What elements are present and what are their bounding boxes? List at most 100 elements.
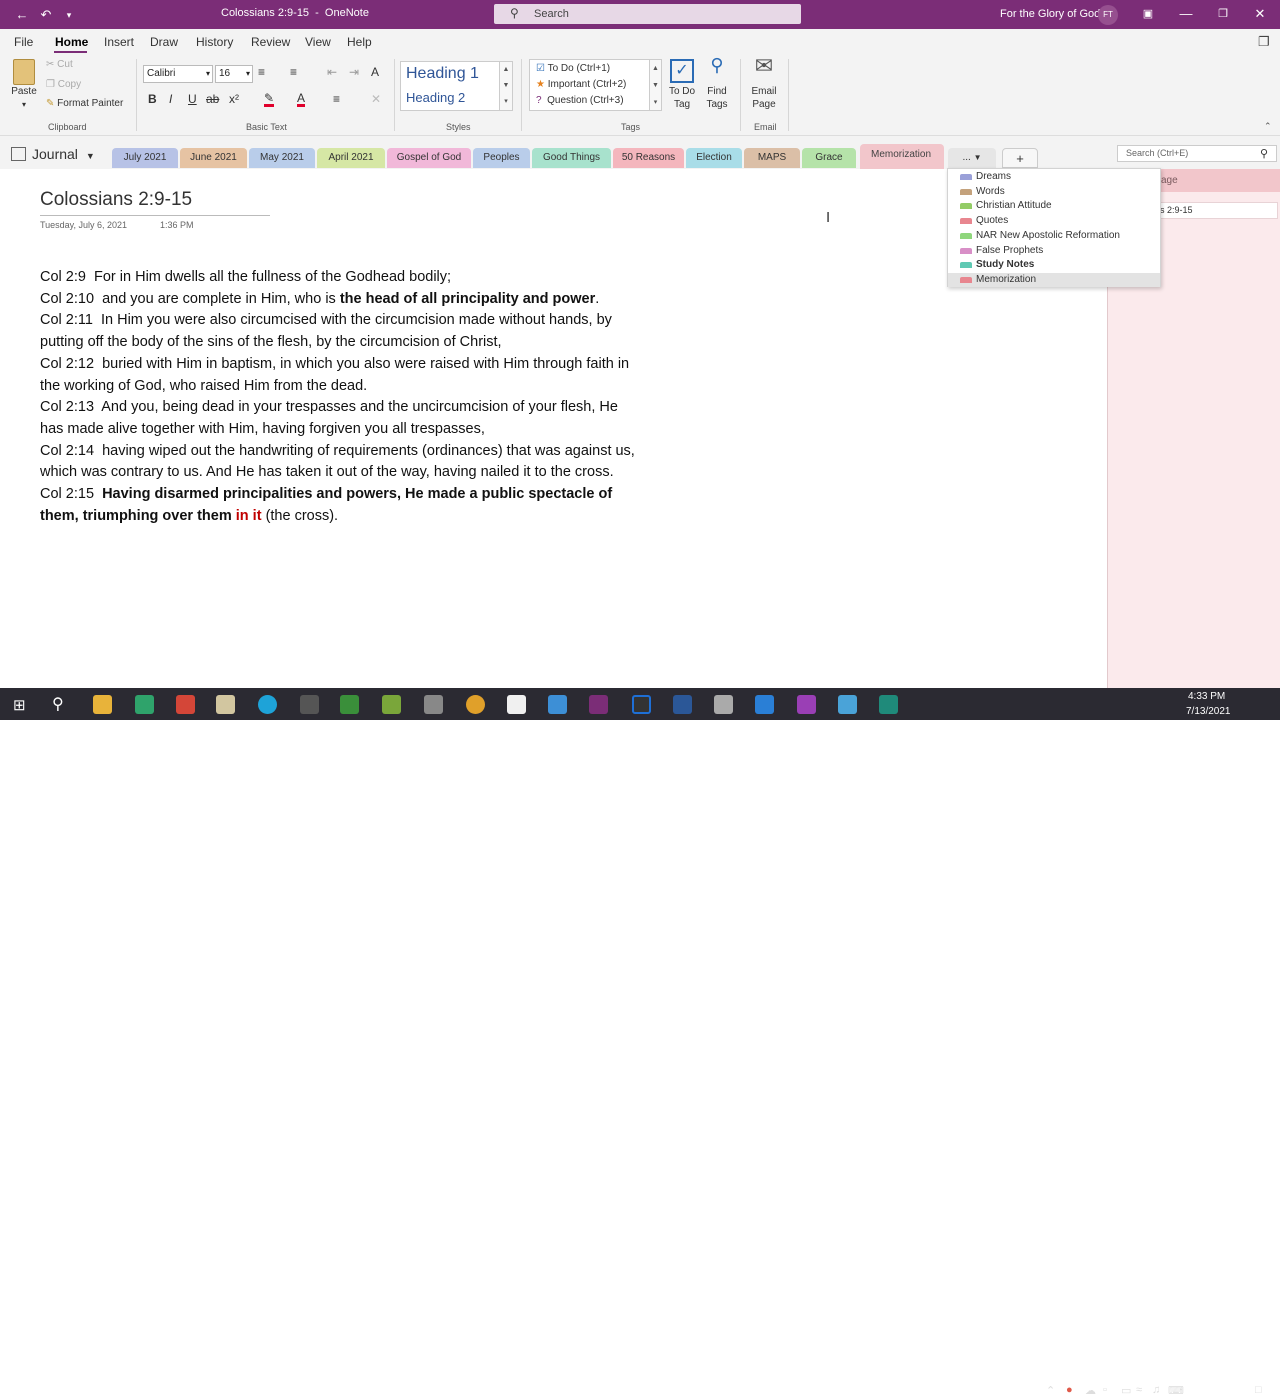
overflow-section-item[interactable]: False Prophets: [948, 244, 1160, 258]
section-tab-may-2021[interactable]: May 2021: [249, 148, 315, 168]
verse-paragraph[interactable]: Col 2:11 In Him you were also circumcise…: [40, 310, 640, 353]
clear-formatting-icon[interactable]: A: [371, 65, 379, 79]
section-tab-memorization[interactable]: Memorization: [860, 144, 944, 169]
menu-help[interactable]: Help: [347, 35, 372, 49]
app-icon[interactable]: [879, 695, 898, 714]
chrome-icon[interactable]: [466, 695, 485, 714]
file-explorer-icon[interactable]: [93, 695, 112, 714]
styles-gallery[interactable]: Heading 1 Heading 2: [400, 61, 513, 111]
overflow-section-item[interactable]: Quotes: [948, 214, 1160, 228]
restore-button[interactable]: ❐: [1212, 5, 1234, 23]
avatar[interactable]: FT: [1098, 5, 1118, 25]
clock-time[interactable]: 4:33 PM: [1188, 691, 1225, 702]
onenote-icon[interactable]: [589, 695, 608, 714]
menu-insert[interactable]: Insert: [104, 35, 134, 49]
section-tab-april-2021[interactable]: April 2021: [317, 148, 385, 168]
paste-button[interactable]: Paste ▾: [9, 59, 39, 111]
minimize-button[interactable]: —: [1175, 5, 1197, 23]
media-player-icon[interactable]: [216, 695, 235, 714]
notifications-icon[interactable]: □: [1255, 1384, 1262, 1396]
todo-tag-button[interactable]: ✓ To Do Tag: [666, 59, 698, 111]
section-tab-50-reasons[interactable]: 50 Reasons: [613, 148, 684, 168]
menu-review[interactable]: Review: [251, 35, 290, 49]
overflow-section-item[interactable]: Study Notes: [948, 258, 1160, 272]
copy-button[interactable]: ❐ Copy: [46, 79, 81, 90]
quick-access-dropdown-icon[interactable]: ▾: [60, 6, 78, 24]
search-icon[interactable]: ⚲: [52, 694, 64, 714]
format-painter-button[interactable]: ✎ Format Painter: [46, 98, 123, 109]
todo-tag-item[interactable]: ☑ To Do (Ctrl+1): [536, 63, 610, 74]
strikethrough-icon[interactable]: ab: [206, 92, 219, 106]
verse-paragraph[interactable]: Col 2:9 For in Him dwells all the fullne…: [40, 267, 640, 289]
add-section-icon[interactable]: +: [1002, 148, 1038, 168]
collapse-ribbon-icon[interactable]: ⌃: [1264, 121, 1272, 132]
notebook-pane-icon[interactable]: ❐: [1258, 34, 1270, 50]
page-body[interactable]: Col 2:9 For in Him dwells all the fullne…: [40, 267, 640, 527]
menu-home[interactable]: Home: [55, 35, 88, 49]
overflow-section-item[interactable]: Memorization: [948, 272, 1160, 287]
clock-date[interactable]: 7/13/2021: [1186, 706, 1231, 717]
edge-icon[interactable]: [258, 695, 277, 714]
search-input[interactable]: ⚲ Search: [494, 4, 801, 24]
app-icon[interactable]: [548, 695, 567, 714]
overflow-section-item[interactable]: Dreams: [948, 170, 1160, 184]
notebook-search-input[interactable]: Search (Ctrl+E) ⚲: [1117, 145, 1277, 162]
find-tags-button[interactable]: ⚲ Find Tags: [702, 56, 732, 111]
cloud-icon[interactable]: ☁: [1085, 1384, 1096, 1397]
heading-1-style[interactable]: Heading 1: [406, 65, 479, 83]
menu-view[interactable]: View: [305, 35, 331, 49]
overflow-section-item[interactable]: NAR New Apostolic Reformation: [948, 229, 1160, 243]
notebook-dropdown[interactable]: Journal ▼: [11, 146, 95, 162]
app-tray-icon[interactable]: ▫: [1103, 1384, 1107, 1396]
record-icon[interactable]: ●: [1066, 1384, 1073, 1396]
app-icon[interactable]: [382, 695, 401, 714]
decrease-indent-icon[interactable]: ⇤: [327, 65, 337, 79]
align-icon[interactable]: ≡: [333, 92, 340, 106]
verse-paragraph[interactable]: Col 2:10 and you are complete in Him, wh…: [40, 289, 640, 311]
wifi-icon[interactable]: ≈: [1136, 1384, 1142, 1396]
bullets-icon[interactable]: ≡: [258, 65, 265, 79]
section-tab-july-2021[interactable]: July 2021: [112, 148, 178, 168]
menu-file[interactable]: File: [14, 35, 33, 49]
page-canvas[interactable]: Colossians 2:9-15 Tuesday, July 6, 2021 …: [0, 169, 1107, 688]
chevron-up-icon[interactable]: ⌃: [1046, 1384, 1055, 1397]
app-icon[interactable]: [424, 695, 443, 714]
more-sections-button[interactable]: ... ▼: [948, 148, 996, 168]
important-tag-item[interactable]: ★ Important (Ctrl+2): [536, 79, 626, 90]
overflow-section-item[interactable]: Words: [948, 185, 1160, 199]
full-screen-icon[interactable]: ▣: [1137, 5, 1159, 23]
back-icon[interactable]: ←: [13, 6, 31, 24]
menu-draw[interactable]: Draw: [150, 35, 178, 49]
pdf-icon[interactable]: [507, 695, 526, 714]
subscript-icon[interactable]: x²: [229, 92, 239, 106]
verse-paragraph[interactable]: Col 2:13 And you, being dead in your tre…: [40, 397, 640, 440]
question-tag-item[interactable]: ? Question (Ctrl+3): [536, 95, 624, 106]
page-title[interactable]: Colossians 2:9-15: [40, 189, 192, 211]
calculator-icon[interactable]: [714, 695, 733, 714]
account-name[interactable]: For the Glory of God: [1000, 8, 1100, 20]
bold-icon[interactable]: B: [148, 92, 157, 106]
app-icon[interactable]: [340, 695, 359, 714]
app-icon[interactable]: [300, 695, 319, 714]
font-select[interactable]: Calibri ▾: [143, 65, 213, 83]
gmail-icon[interactable]: [176, 695, 195, 714]
email-page-button[interactable]: ✉ Email Page: [748, 55, 780, 111]
highlight-icon[interactable]: ✎: [264, 92, 275, 107]
overflow-section-item[interactable]: Christian Attitude: [948, 199, 1160, 213]
section-tab-peoples[interactable]: Peoples: [473, 148, 530, 168]
section-tab-gospel-of-god[interactable]: Gospel of God: [387, 148, 471, 168]
numbering-icon[interactable]: ≡: [290, 65, 297, 79]
underline-icon[interactable]: U: [188, 92, 197, 106]
menu-history[interactable]: History: [196, 35, 233, 49]
section-tab-grace[interactable]: Grace: [802, 148, 856, 168]
section-tab-maps[interactable]: MAPS: [744, 148, 800, 168]
section-tab-june-2021[interactable]: June 2021: [180, 148, 247, 168]
font-size-select[interactable]: 16 ▾: [215, 65, 253, 83]
battery-icon[interactable]: ▭: [1121, 1384, 1131, 1397]
cut-button[interactable]: ✂ Cut: [46, 59, 73, 70]
verse-paragraph[interactable]: Col 2:12 buried with Him in baptism, in …: [40, 354, 640, 397]
verse-paragraph[interactable]: Col 2:15 Having disarmed principalities …: [40, 484, 640, 527]
tags-scroll[interactable]: ▲ ▼ ▾: [649, 59, 662, 111]
close-button[interactable]: ✕: [1249, 5, 1271, 23]
app-icon[interactable]: [755, 695, 774, 714]
